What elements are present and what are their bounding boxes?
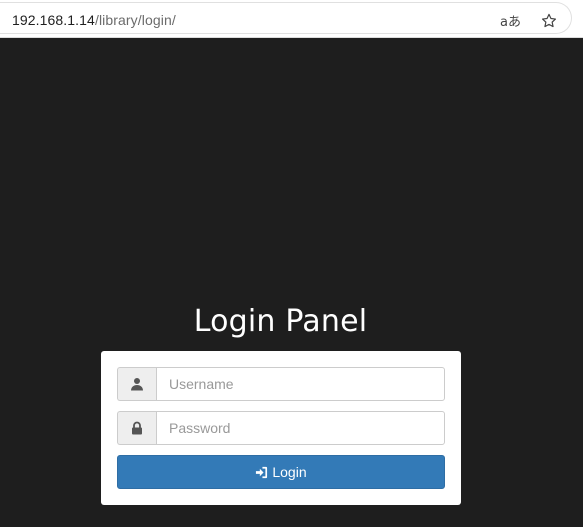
url-host: 192.168.1.14	[12, 12, 95, 28]
lock-icon	[117, 411, 156, 445]
password-input[interactable]	[156, 411, 445, 445]
translate-icon[interactable]: aあ	[500, 11, 521, 30]
username-input[interactable]	[156, 367, 445, 401]
sign-in-icon	[256, 466, 268, 478]
user-icon-glyph	[131, 378, 143, 391]
page-content: Login Panel Username Login	[0, 38, 583, 527]
url-path: /library/login/	[94, 12, 176, 28]
address-bar[interactable]: 192.168.1.14/library/login/ aあ	[0, 2, 572, 34]
browser-toolbar: 192.168.1.14/library/login/ aあ	[0, 0, 583, 38]
login-button[interactable]: Login	[117, 455, 445, 489]
url-text[interactable]: 192.168.1.14/library/login/	[12, 12, 176, 28]
user-icon	[117, 367, 156, 401]
password-group	[117, 411, 445, 445]
username-group	[117, 367, 445, 401]
star-outline-icon[interactable]	[540, 12, 558, 30]
login-button-label: Login	[272, 464, 307, 480]
lock-icon-glyph	[132, 421, 142, 435]
login-panel: Login	[101, 351, 461, 505]
page-title: Login Panel	[193, 304, 368, 339]
